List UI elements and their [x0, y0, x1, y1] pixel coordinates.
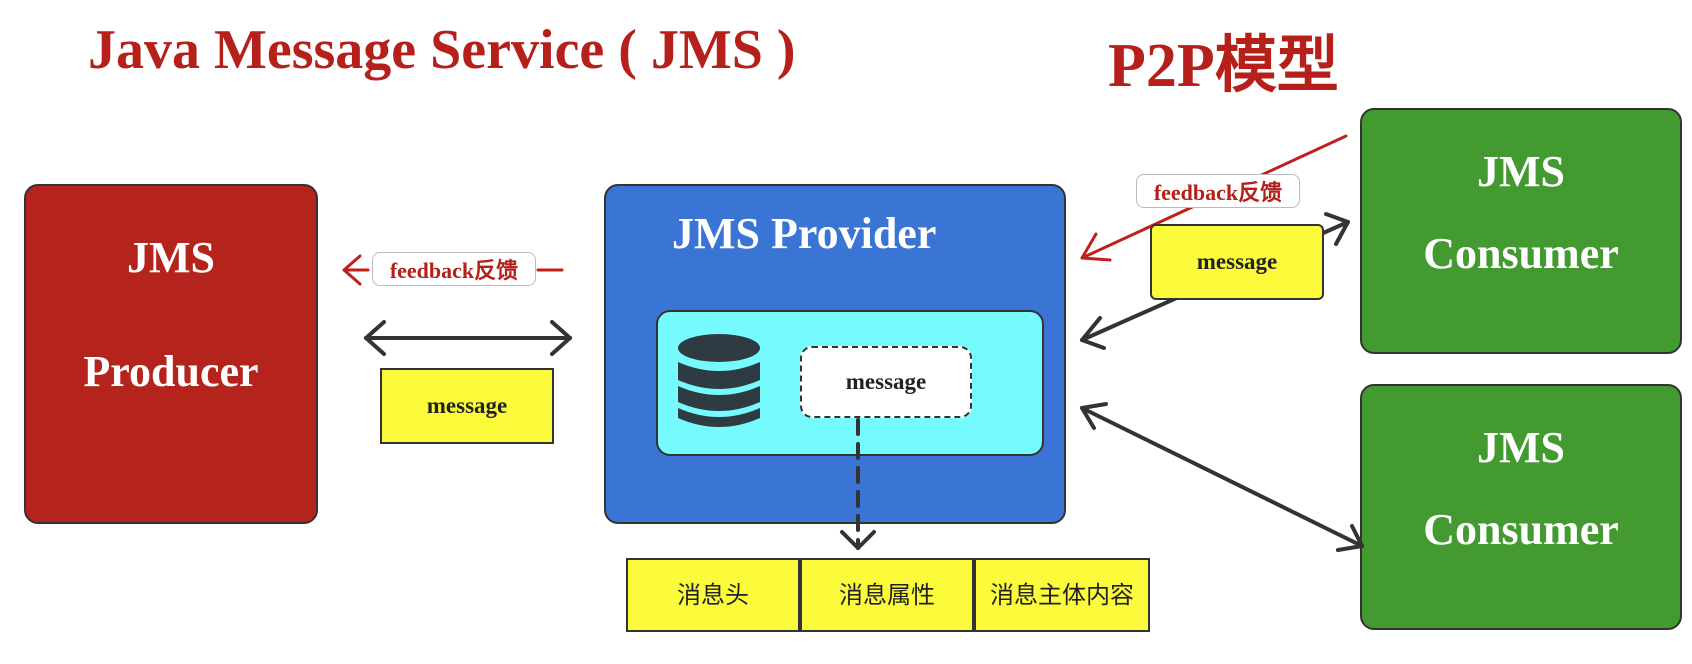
message-header-part: 消息头	[626, 558, 800, 632]
message-body-part: 消息主体内容	[974, 558, 1150, 632]
consumer-feedback-label: feedback反馈	[1136, 174, 1300, 208]
message-properties-part: 消息属性	[800, 558, 974, 632]
provider-consumer2-arrow	[1080, 406, 1364, 548]
producer-feedback-label: feedback反馈	[372, 252, 536, 286]
producer-message-box: message	[380, 368, 554, 444]
consumer-message-box: message	[1150, 224, 1324, 300]
